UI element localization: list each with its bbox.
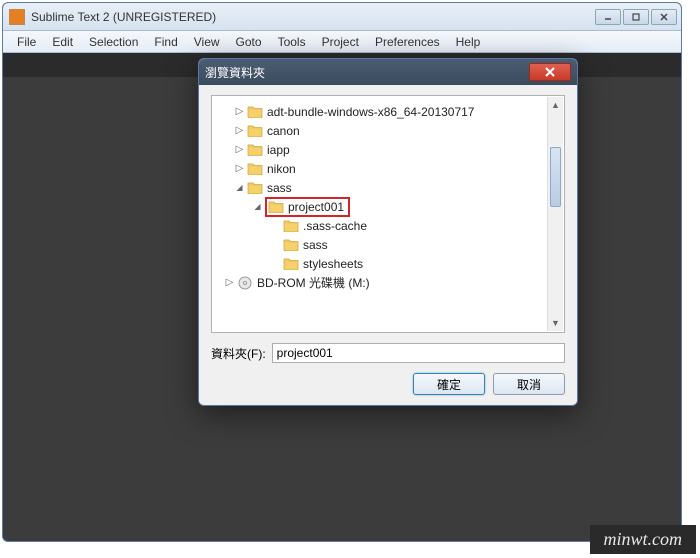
tree-label: sass [267,181,292,195]
menu-tools[interactable]: Tools [270,33,314,51]
menu-project[interactable]: Project [314,33,367,51]
cancel-button[interactable]: 取消 [493,373,565,395]
menu-view[interactable]: View [186,33,228,51]
menu-file[interactable]: File [9,33,44,51]
folder-icon [247,181,263,194]
folder-icon [247,143,263,156]
dialog-body: ▷ adt-bundle-windows-x86_64-20130717 ▷ cano… [199,85,577,405]
tree-row[interactable]: ▷ canon [216,121,560,140]
tree-label: canon [267,124,300,138]
minimize-button[interactable] [595,9,621,25]
window-title: Sublime Text 2 (UNREGISTERED) [31,10,595,24]
folder-icon [247,124,263,137]
dialog-buttons: 確定 取消 [211,373,565,395]
folder-icon [283,238,299,251]
tree-label: iapp [267,143,290,157]
watermark: minwt.com [590,525,697,554]
dialog-close-button[interactable] [529,63,571,81]
chevron-right-icon[interactable] [270,258,281,269]
close-icon [545,67,555,77]
scroll-thumb[interactable] [550,147,561,207]
chevron-right-icon[interactable]: ▷ [234,106,245,117]
tree-row[interactable]: stylesheets [216,254,560,273]
tree-label: nikon [267,162,296,176]
folder-icon [283,257,299,270]
folder-icon [283,219,299,232]
chevron-right-icon[interactable] [270,239,281,250]
chevron-right-icon[interactable] [270,220,281,231]
tree-row[interactable]: ▷ iapp [216,140,560,159]
tree-label: adt-bundle-windows-x86_64-20130717 [267,105,474,119]
close-button[interactable] [651,9,677,25]
titlebar[interactable]: Sublime Text 2 (UNREGISTERED) [3,3,681,31]
browse-folder-dialog: 瀏覽資料夾 ▷ adt-bundle-windows-x86_64-2013071… [198,58,578,406]
maximize-icon [631,13,641,21]
app-icon [9,9,25,25]
folder-icon [247,105,263,118]
menu-find[interactable]: Find [146,33,185,51]
tree-row[interactable]: ▷ BD-ROM 光碟機 (M:) [216,273,560,292]
menu-preferences[interactable]: Preferences [367,33,448,51]
menu-help[interactable]: Help [448,33,489,51]
dialog-titlebar[interactable]: 瀏覽資料夾 [199,59,577,85]
folder-field-input[interactable] [272,343,565,363]
tree-row[interactable]: ◢ project001 [216,197,560,216]
chevron-right-icon[interactable]: ▷ [234,163,245,174]
folder-field-row: 資料夾(F): [211,343,565,363]
chevron-right-icon[interactable]: ▷ [234,125,245,136]
tree-label: BD-ROM 光碟機 (M:) [257,274,370,291]
folder-field-label: 資料夾(F): [211,345,266,362]
menubar: File Edit Selection Find View Goto Tools… [3,31,681,53]
tree-row[interactable]: ▷ nikon [216,159,560,178]
close-icon [659,13,669,21]
tree-label: .sass-cache [303,219,367,233]
folder-tree[interactable]: ▷ adt-bundle-windows-x86_64-20130717 ▷ cano… [211,95,565,333]
tree-row[interactable]: ◢ sass [216,178,560,197]
selected-folder-highlight: project001 [265,197,350,217]
chevron-down-icon[interactable]: ◢ [252,201,263,212]
tree-label: project001 [288,200,344,214]
chevron-down-icon[interactable]: ◢ [234,182,245,193]
chevron-right-icon[interactable]: ▷ [234,144,245,155]
disc-icon [237,275,253,291]
chevron-right-icon[interactable]: ▷ [224,277,235,288]
folder-icon [247,162,263,175]
tree-label: stylesheets [303,257,363,271]
ok-button[interactable]: 確定 [413,373,485,395]
menu-selection[interactable]: Selection [81,33,146,51]
tree-row[interactable]: ▷ adt-bundle-windows-x86_64-20130717 [216,102,560,121]
minimize-icon [603,13,613,21]
scrollbar[interactable]: ▲ ▼ [547,97,563,331]
scroll-up-icon[interactable]: ▲ [548,97,563,113]
dialog-title: 瀏覽資料夾 [205,64,529,81]
menu-edit[interactable]: Edit [44,33,81,51]
scroll-down-icon[interactable]: ▼ [548,315,563,331]
tree-row[interactable]: sass [216,235,560,254]
menu-goto[interactable]: Goto [228,33,270,51]
window-controls [595,9,677,25]
folder-icon [268,200,284,213]
maximize-button[interactable] [623,9,649,25]
tree-label: sass [303,238,328,252]
tree-row[interactable]: .sass-cache [216,216,560,235]
